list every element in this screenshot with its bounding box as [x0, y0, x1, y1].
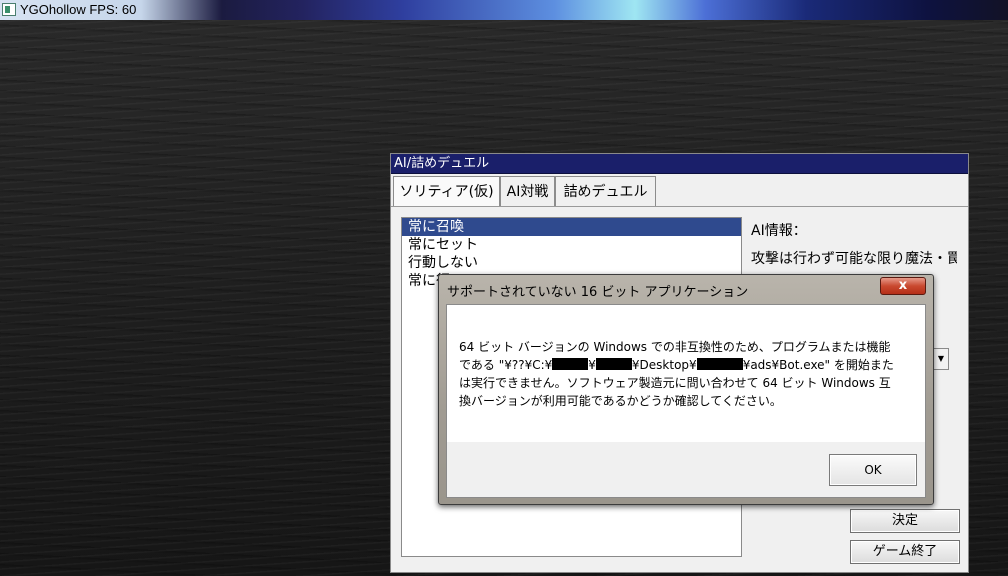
redaction-block	[696, 358, 743, 370]
dropdown-arrow-icon[interactable]: ▼	[933, 348, 949, 370]
dialog-body: 64 ビット バージョンの Windows での非互換性のため、プログラムまたは…	[446, 304, 926, 498]
error-dialog: サポートされていない 16 ビット アプリケーション x 64 ビット バージョ…	[438, 274, 934, 505]
confirm-button[interactable]: 決定	[850, 509, 960, 533]
list-item-no-action[interactable]: 行動しない	[402, 254, 741, 272]
message-sep2: ¥Desktop¥	[631, 358, 697, 372]
tab-divider	[391, 206, 968, 207]
tab-solitaire[interactable]: ソリティア(仮)	[393, 176, 500, 207]
ai-info-label: AI情報：	[751, 223, 807, 239]
window-title: AI/詰めデュエル	[391, 154, 968, 174]
app-icon	[2, 3, 16, 16]
tab-puzzle-duel[interactable]: 詰めデュエル	[555, 176, 656, 206]
list-item-always-summon[interactable]: 常に召喚	[402, 218, 741, 236]
close-button[interactable]: x	[880, 277, 926, 295]
app-title: YGOhollow FPS: 60	[20, 2, 137, 17]
dialog-content: 64 ビット バージョンの Windows での非互換性のため、プログラムまたは…	[447, 305, 925, 442]
ok-button[interactable]: OK	[829, 454, 917, 486]
redaction-block	[552, 358, 589, 370]
dialog-message: 64 ビット バージョンの Windows での非互換性のため、プログラムまたは…	[459, 338, 909, 410]
list-item-always-set[interactable]: 常にセット	[402, 236, 741, 254]
close-icon: x	[898, 278, 908, 293]
quit-game-button[interactable]: ゲーム終了	[850, 540, 960, 564]
dialog-title: サポートされていない 16 ビット アプリケーション	[447, 285, 749, 300]
app-title-bar: YGOhollow FPS: 60	[0, 0, 1008, 20]
message-sep1: ¥	[588, 358, 596, 372]
redaction-block	[595, 358, 632, 370]
tab-ai-battle[interactable]: AI対戦	[500, 176, 555, 206]
